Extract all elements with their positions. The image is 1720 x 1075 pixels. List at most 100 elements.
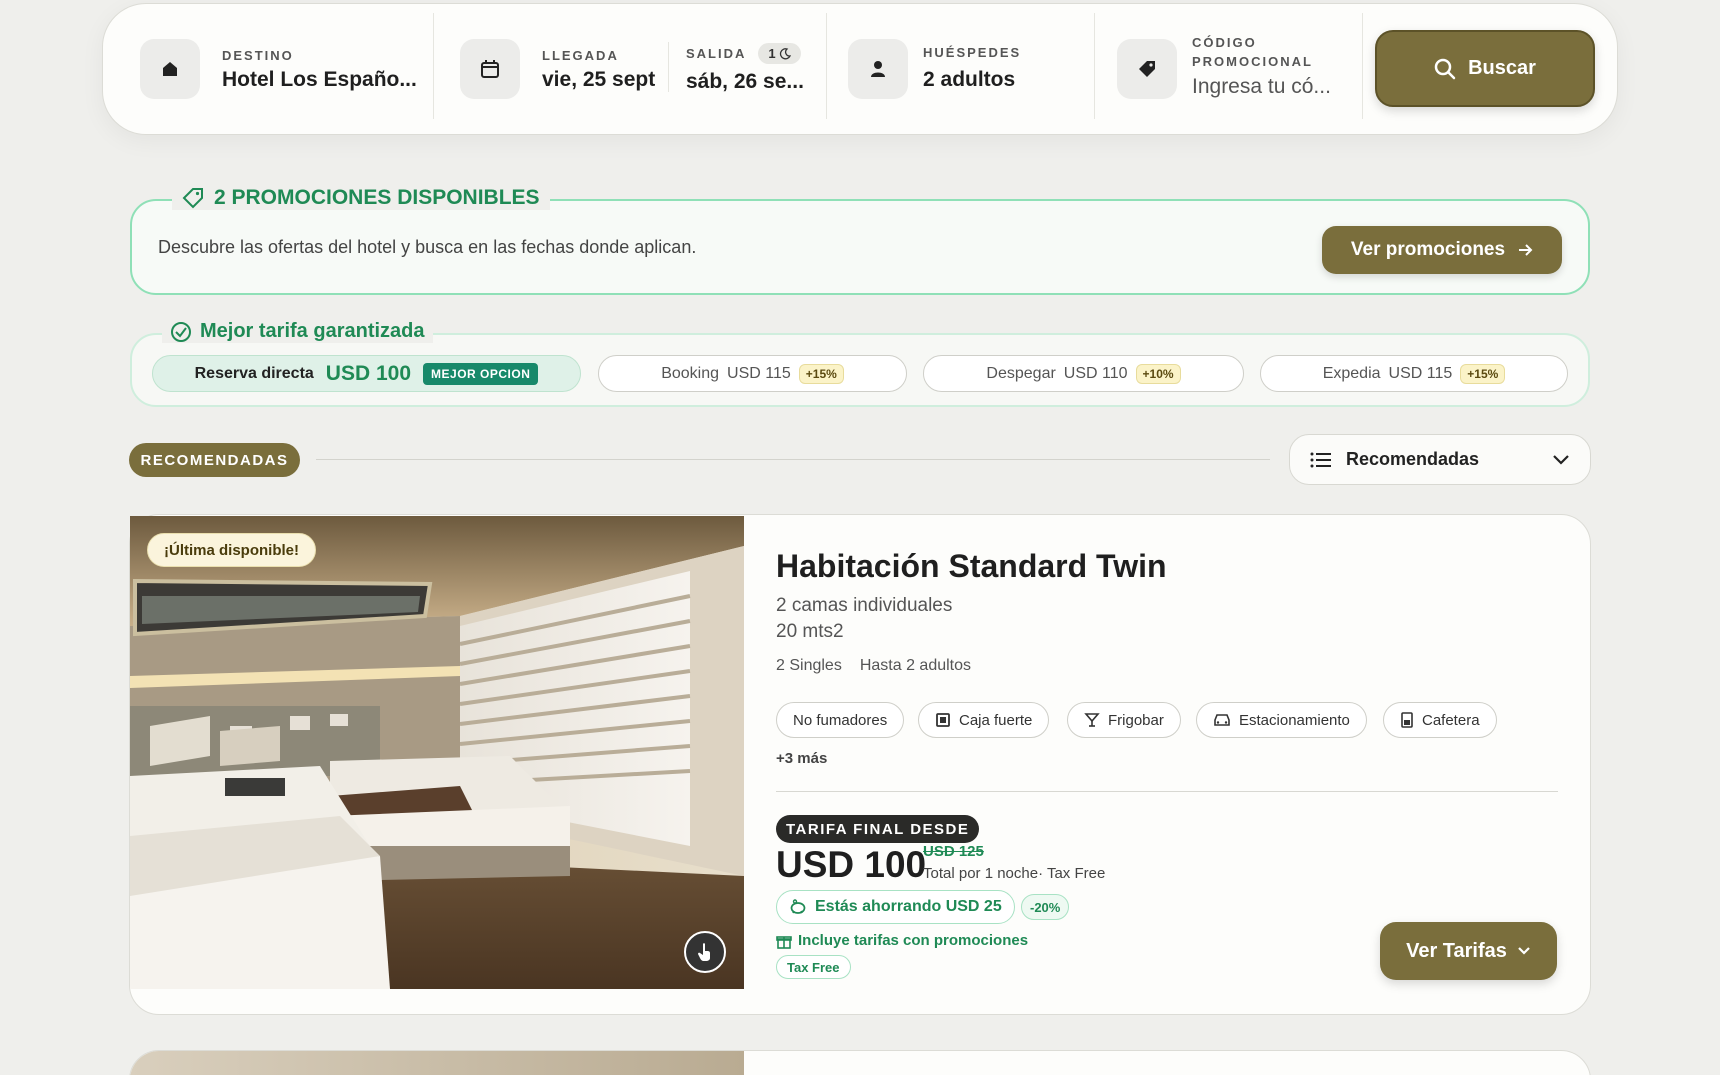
divider (1094, 13, 1095, 119)
gift-icon (776, 935, 792, 949)
promotions-title: 2 PROMOCIONES DISPONIBLES (214, 186, 540, 209)
destination-field[interactable]: DESTINO Hotel Los Españo... (140, 38, 430, 100)
competitor-name: Booking (661, 364, 720, 382)
safe-icon (936, 713, 950, 727)
car-icon (1214, 714, 1230, 726)
room-old-price: USD 125 (923, 843, 984, 860)
price-note: Total por 1 noche· Tax Free (923, 865, 1106, 882)
gallery-button[interactable] (684, 931, 726, 973)
chevron-down-icon (1518, 947, 1530, 955)
promo-code-input[interactable]: Ingresa tu có... (1192, 75, 1342, 99)
room-title: Habitación Standard Twin (776, 548, 1167, 584)
amenity-label: No fumadores (793, 711, 888, 729)
sort-value: Recomendadas (1346, 449, 1480, 469)
departure-label: SALIDA (686, 46, 747, 61)
piggy-bank-icon (790, 899, 806, 914)
search-icon (1434, 58, 1456, 79)
section-divider (316, 459, 1270, 460)
room-meta: 2 Singles Hasta 2 adultos (776, 657, 971, 675)
room-meta-item: Hasta 2 adultos (859, 657, 972, 674)
saving-text: Estás ahorrando USD 25 (815, 898, 1002, 915)
destination-value: Hotel Los Españo... (222, 68, 417, 91)
promo-code-field[interactable]: CÓDIGO PROMOCIONAL Ingresa tu có... (1117, 34, 1362, 104)
more-amenities-link[interactable]: +3 más (776, 750, 827, 767)
nights-count: 1 (768, 46, 776, 61)
sort-select[interactable]: Recomendadas (1289, 434, 1591, 485)
competitor-price: USD 115 (1388, 364, 1453, 382)
amenity-label: Frigobar (1108, 711, 1164, 729)
nights-badge: 1 (758, 43, 801, 64)
price-diff-badge: +15% (798, 363, 844, 384)
divider (1362, 13, 1363, 119)
divider (826, 13, 827, 119)
competitor-rate-despegar: Despegar USD 110 +10% (923, 355, 1244, 392)
best-rate-title: Mejor tarifa garantizada (200, 320, 425, 342)
includes-promotions: Incluye tarifas con promociones (776, 932, 1028, 949)
view-promotions-label: Ver promociones (1350, 239, 1506, 260)
amenity-safe: Caja fuerte (918, 702, 1050, 738)
search-button[interactable]: Buscar (1375, 30, 1595, 107)
guests-label: HUÉSPEDES (923, 45, 1022, 60)
tag-icon (1117, 39, 1177, 99)
competitor-name: Expedia (1322, 364, 1381, 382)
coffee-maker-icon (1401, 712, 1413, 728)
room-photo[interactable] (130, 516, 744, 989)
section-badge: RECOMENDADAS (129, 443, 300, 477)
direct-rate-pill: Reserva directa USD 100 MEJOR OPCION (152, 355, 581, 392)
view-promotions-button[interactable]: Ver promociones (1322, 226, 1562, 274)
room-card-next (129, 1050, 1591, 1075)
guests-field[interactable]: HUÉSPEDES 2 adultos (848, 38, 1088, 100)
direct-rate-label: Reserva directa (194, 364, 314, 382)
view-rates-button[interactable]: Ver Tarifas (1380, 922, 1557, 980)
list-icon (1310, 452, 1331, 467)
room-meta-item: 2 Singles (776, 657, 842, 674)
chevron-down-icon (1553, 454, 1569, 465)
amenity-minibar: Frigobar (1067, 702, 1181, 738)
calendar-icon (460, 39, 520, 99)
arrow-right-icon (1519, 244, 1533, 256)
promotions-heading: 2 PROMOCIONES DISPONIBLES (172, 186, 550, 210)
arrival-value: vie, 25 sept (542, 68, 656, 91)
hand-pointer-icon (698, 943, 710, 961)
departure-field[interactable]: SALIDA 1 sáb, 26 se... (686, 38, 816, 100)
home-icon (140, 39, 200, 99)
check-circle-icon (171, 321, 191, 342)
amenity-no-smoking: No fumadores (776, 702, 905, 738)
final-rate-badge: TARIFA FINAL DESDE (776, 815, 980, 843)
moon-icon (779, 47, 791, 59)
promo-code-label: CÓDIGO (1192, 35, 1257, 50)
amenity-label: Cafetera (1422, 711, 1480, 729)
room-price: USD 100 (776, 844, 927, 885)
tag-outline-icon (182, 188, 203, 209)
best-rate-heading: Mejor tarifa garantizada (162, 320, 433, 343)
view-rates-label: Ver Tarifas (1406, 939, 1507, 962)
competitor-price: USD 115 (727, 364, 791, 382)
departure-value: sáb, 26 se... (686, 70, 804, 93)
amenity-label: Caja fuerte (959, 711, 1033, 729)
search-button-label: Buscar (1468, 57, 1536, 79)
direct-rate-price: USD 100 (325, 361, 412, 385)
promo-code-label-2: PROMOCIONAL (1192, 54, 1313, 69)
best-option-badge: MEJOR OPCION (423, 362, 539, 385)
price-diff-badge: +10% (1135, 363, 1181, 384)
arrival-label: LLEGADA (542, 48, 619, 63)
amenity-parking: Estacionamiento (1196, 702, 1367, 738)
room-size: 20 mts2 (776, 621, 844, 642)
person-icon (848, 39, 908, 99)
tax-free-badge: Tax Free (776, 955, 851, 979)
availability-badge: ¡Última disponible! (147, 533, 316, 567)
guests-value: 2 adultos (923, 68, 1016, 91)
arrival-field[interactable]: LLEGADA vie, 25 sept (460, 38, 660, 100)
competitor-name: Despegar (986, 364, 1056, 382)
amenity-coffee-maker: Cafetera (1383, 702, 1497, 738)
room-beds: 2 camas individuales (776, 595, 953, 616)
divider (668, 42, 669, 92)
amenity-label: Estacionamiento (1239, 711, 1350, 729)
room-divider (776, 791, 1558, 792)
destination-label: DESTINO (222, 48, 294, 63)
cocktail-icon (1084, 713, 1100, 727)
promotions-description: Descubre las ofertas del hotel y busca e… (158, 237, 697, 257)
price-diff-badge: +15% (1460, 363, 1506, 384)
saving-badge: Estás ahorrando USD 25 (776, 890, 1015, 924)
includes-promotions-text: Incluye tarifas con promociones (798, 932, 1029, 949)
